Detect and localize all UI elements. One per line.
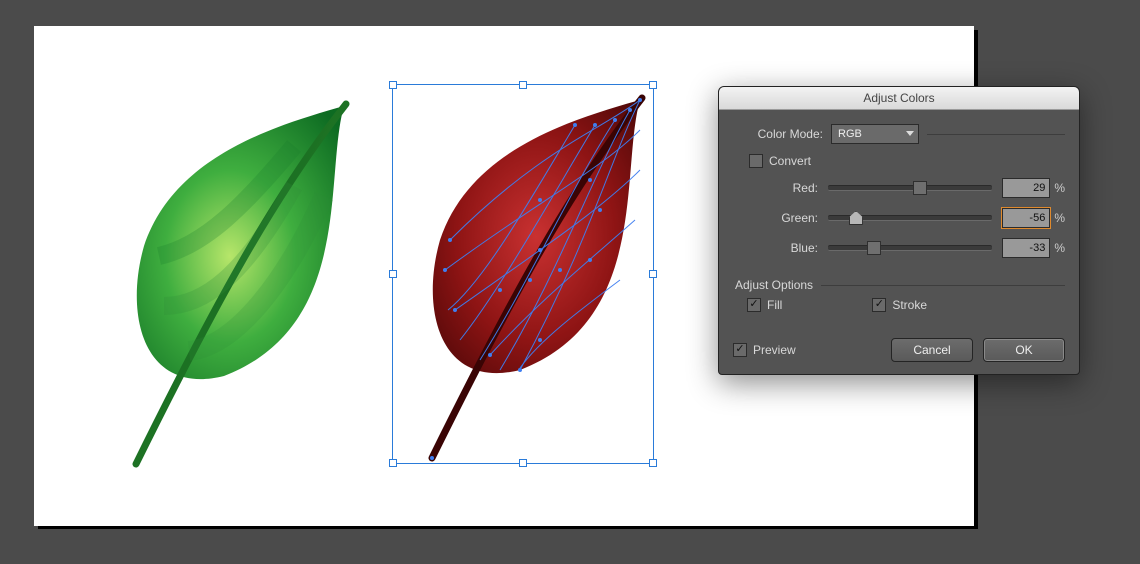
green-slider[interactable] [828,215,992,221]
group-divider [821,285,1065,286]
percent-sign: % [1054,181,1065,195]
selection-bbox[interactable] [392,84,654,464]
cancel-button[interactable]: Cancel [891,338,973,362]
red-value-input[interactable]: 29 [1002,178,1050,198]
dialog-titlebar[interactable]: Adjust Colors [719,87,1079,110]
blue-label: Blue: [733,241,818,255]
chevron-down-icon [906,128,914,140]
percent-sign: % [1054,241,1065,255]
adjust-colors-dialog: Adjust Colors Color Mode: RGB Convert Re… [718,86,1080,375]
sel-handle-w[interactable] [389,270,397,278]
preview-checkbox[interactable] [733,343,747,357]
blue-slider-thumb[interactable] [867,241,881,255]
convert-label: Convert [769,154,811,168]
stroke-label: Stroke [892,298,927,312]
red-slider[interactable] [828,185,992,191]
percent-sign: % [1054,211,1065,225]
group-divider [927,134,1065,135]
stroke-checkbox[interactable] [872,298,886,312]
sel-handle-ne[interactable] [649,81,657,89]
color-mode-select[interactable]: RGB [831,124,919,144]
green-value-input[interactable]: -56 [1002,208,1050,228]
sel-handle-n[interactable] [519,81,527,89]
fill-label: Fill [767,298,782,312]
preview-option[interactable]: Preview [733,343,796,357]
blue-slider[interactable] [828,245,992,251]
fill-option[interactable]: Fill [747,298,782,312]
color-mode-value: RGB [838,128,862,140]
convert-option[interactable]: Convert [749,154,1065,168]
red-slider-thumb[interactable] [913,181,927,195]
convert-checkbox[interactable] [749,154,763,168]
red-label: Red: [733,181,818,195]
preview-label: Preview [753,343,796,357]
stroke-option[interactable]: Stroke [872,298,927,312]
sel-handle-sw[interactable] [389,459,397,467]
sel-handle-nw[interactable] [389,81,397,89]
green-label: Green: [733,211,818,225]
adjust-options-label: Adjust Options [735,278,813,292]
sel-handle-se[interactable] [649,459,657,467]
dialog-title: Adjust Colors [863,91,934,105]
green-slider-thumb[interactable] [849,211,863,225]
leaf-green[interactable] [94,76,394,476]
fill-checkbox[interactable] [747,298,761,312]
color-mode-label: Color Mode: [733,127,823,141]
sel-handle-s[interactable] [519,459,527,467]
sel-handle-e[interactable] [649,270,657,278]
ok-button[interactable]: OK [983,338,1065,362]
blue-value-input[interactable]: -33 [1002,238,1050,258]
